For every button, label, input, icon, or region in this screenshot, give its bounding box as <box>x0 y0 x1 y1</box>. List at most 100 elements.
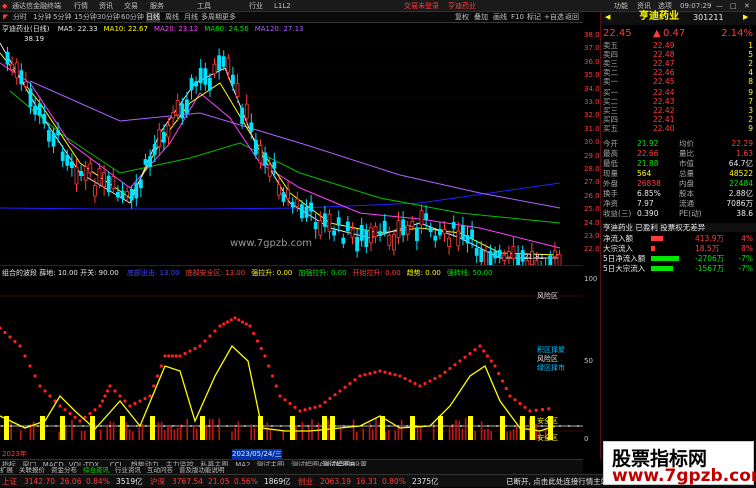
tool-diejia[interactable]: 叠加 <box>474 12 488 23</box>
stat-key: 内盘 <box>679 179 694 188</box>
indicator-lines <box>0 316 579 432</box>
buy-price: 22.44 <box>653 88 675 97</box>
sell-row[interactable]: 卖五 22.49 1 <box>601 41 756 50</box>
sell-label: 卖四 <box>603 50 618 59</box>
indicator-tick: 50 <box>584 357 593 365</box>
subtab-0[interactable]: 扩展 <box>0 466 13 474</box>
menu-gongju[interactable]: 工具 <box>197 0 211 12</box>
stats-row: 最低 21.88 市值 64.7亿 <box>601 159 756 168</box>
minimize-icon[interactable]: — <box>716 0 723 12</box>
menu-zixun[interactable]: 资讯 <box>99 0 113 12</box>
sell-row[interactable]: 卖三 22.47 2 <box>601 59 756 68</box>
sell-label: 卖三 <box>603 59 618 68</box>
sell-price: 22.47 <box>653 59 675 68</box>
flow-bar <box>651 236 663 241</box>
period-15min[interactable]: 15分钟 <box>74 12 97 23</box>
menu-fuwu[interactable]: 服务 <box>150 0 164 12</box>
subtab-4[interactable]: 行业资讯 <box>115 466 141 474</box>
period-day[interactable]: 日线 <box>146 12 160 23</box>
tool-fuquan[interactable]: 复权 <box>455 12 469 23</box>
tool-f10[interactable]: F10 <box>511 12 524 23</box>
stat-key: 市值 <box>679 159 694 168</box>
period-month[interactable]: 月线 <box>184 12 198 23</box>
kline-chart[interactable] <box>0 23 583 265</box>
stat-key: 流通 <box>679 199 694 208</box>
period-week[interactable]: 周线 <box>165 12 179 23</box>
login-notice[interactable]: 交易未登录 <box>404 0 439 12</box>
flow-bar <box>651 256 679 261</box>
indicator-axis: 100 50 0 <box>583 265 600 459</box>
index-volume: 3519亿 <box>116 477 143 486</box>
tool-biaoji[interactable]: 标记 <box>527 12 541 23</box>
indicator-panel[interactable]: 组合的波段 薛地: 10.00 开关: 90.00 底部出击: 13.00 底部安… <box>0 265 583 459</box>
date-cursor-label: 2023/05/24/三 <box>232 449 282 459</box>
ma-legend-item: MA5: 22.33 <box>57 25 98 33</box>
sell-label: 卖五 <box>603 41 618 50</box>
menu-hangqing[interactable]: 行情 <box>74 0 88 12</box>
stat-value: 0.390 <box>637 209 659 218</box>
watermark-url: www.7gpzb.com <box>612 466 756 486</box>
sell-row[interactable]: 卖二 22.46 4 <box>601 68 756 77</box>
quote-header: ◀ 亨迪药业 301211 ▶ <box>601 12 756 25</box>
stat-value: 7086万 <box>726 199 753 208</box>
sub-tabs: 扩展 关联报价 资金分布 综合资讯 行业资讯 互动问答 普及版功能说明 <box>0 466 583 474</box>
subtab-6[interactable]: 普及版功能说明 <box>179 466 225 474</box>
buy-price: 22.41 <box>653 115 675 124</box>
connection-status[interactable]: 已断开, 点击此处连接行情主站 <box>506 475 608 488</box>
subtab-2[interactable]: 资金分布 <box>51 466 77 474</box>
subtab-5[interactable]: 互动问答 <box>147 466 173 474</box>
stat-key: 均价 <box>679 139 694 148</box>
flow-label: 大宗流入 <box>603 244 633 253</box>
indicator-grid <box>0 295 583 432</box>
indicator-legend-item: 开始拉升: 0.00 <box>352 269 401 277</box>
stat-key: 今开 <box>603 139 618 148</box>
buy-row[interactable]: 买一 22.44 9 <box>601 88 756 97</box>
tool-fanhui[interactable]: 返回 <box>565 12 579 23</box>
chart-watermark: www.7gpzb.com <box>230 238 312 249</box>
sell-row[interactable]: 卖一 22.45 8 <box>601 77 756 86</box>
stat-value: 38.6 <box>736 209 753 218</box>
menu-gongneng[interactable]: 功能 <box>614 0 628 12</box>
index-change: 16.31 <box>356 477 378 486</box>
stat-value: 6.85% <box>637 189 661 198</box>
stat-key: 换手 <box>603 189 618 198</box>
subtab-3[interactable]: 综合资讯 <box>83 466 109 474</box>
period-1min[interactable]: 1分钟 <box>33 12 51 23</box>
buy-row[interactable]: 买四 22.41 2 <box>601 115 756 124</box>
period-30min[interactable]: 30分钟 <box>97 12 120 23</box>
subtab-1[interactable]: 关联报价 <box>19 466 45 474</box>
period-5min[interactable]: 5分钟 <box>53 12 71 23</box>
buy-row[interactable]: 买三 22.42 3 <box>601 106 756 115</box>
buy-row[interactable]: 买二 22.43 7 <box>601 97 756 106</box>
period-60min[interactable]: 60分钟 <box>121 12 144 23</box>
period-multi[interactable]: 多周期 <box>201 12 222 23</box>
quote-next-icon[interactable]: ▶ <box>743 13 748 22</box>
tool-huaxian[interactable]: 画线 <box>493 12 507 23</box>
quote-panel: ◀ 亨迪药业 301211 ▶ 22.45 ▲ 0.47 2.14% 卖五 22.… <box>600 12 756 459</box>
buy-row[interactable]: 买五 22.40 9 <box>601 124 756 133</box>
sell-label: 卖一 <box>603 77 618 86</box>
buy-vol: 9 <box>748 124 753 133</box>
stat-key: PE(动) <box>679 209 702 218</box>
stock-profile: 亨迪药业 已盈利 投票权无差异 <box>601 223 756 232</box>
quote-prev-icon[interactable]: ◀ <box>605 13 610 22</box>
menu-l1l2[interactable]: L1L2 <box>274 0 291 12</box>
indicator-legend-item: 加强拉升: 0.00 <box>298 269 347 277</box>
menu-jiaoyi[interactable]: 交易 <box>124 0 138 12</box>
sell-row[interactable]: 卖四 22.48 5 <box>601 50 756 59</box>
period-more[interactable]: 更多 <box>222 12 236 23</box>
menu-toggle-icon[interactable]: ◤ <box>3 12 8 23</box>
stat-value: 2.88亿 <box>728 189 753 198</box>
quote-pct: 2.14% <box>721 28 753 39</box>
maximize-icon[interactable]: □ <box>730 0 737 12</box>
flow-pct: 8% <box>741 244 753 253</box>
buy-label: 买二 <box>603 97 618 106</box>
flow-pct: -7% <box>738 264 753 273</box>
menu-hangye[interactable]: 行业 <box>249 0 263 12</box>
quote-change: 0.47 <box>663 28 686 39</box>
indicator-legend-item: 强转线: 50.00 <box>446 269 493 277</box>
index-volume: 1869亿 <box>264 477 291 486</box>
tool-zixuan[interactable]: +自选 <box>544 12 564 23</box>
close-icon[interactable]: ✕ <box>744 0 750 12</box>
period-fenshi[interactable]: 分时 <box>13 12 27 23</box>
